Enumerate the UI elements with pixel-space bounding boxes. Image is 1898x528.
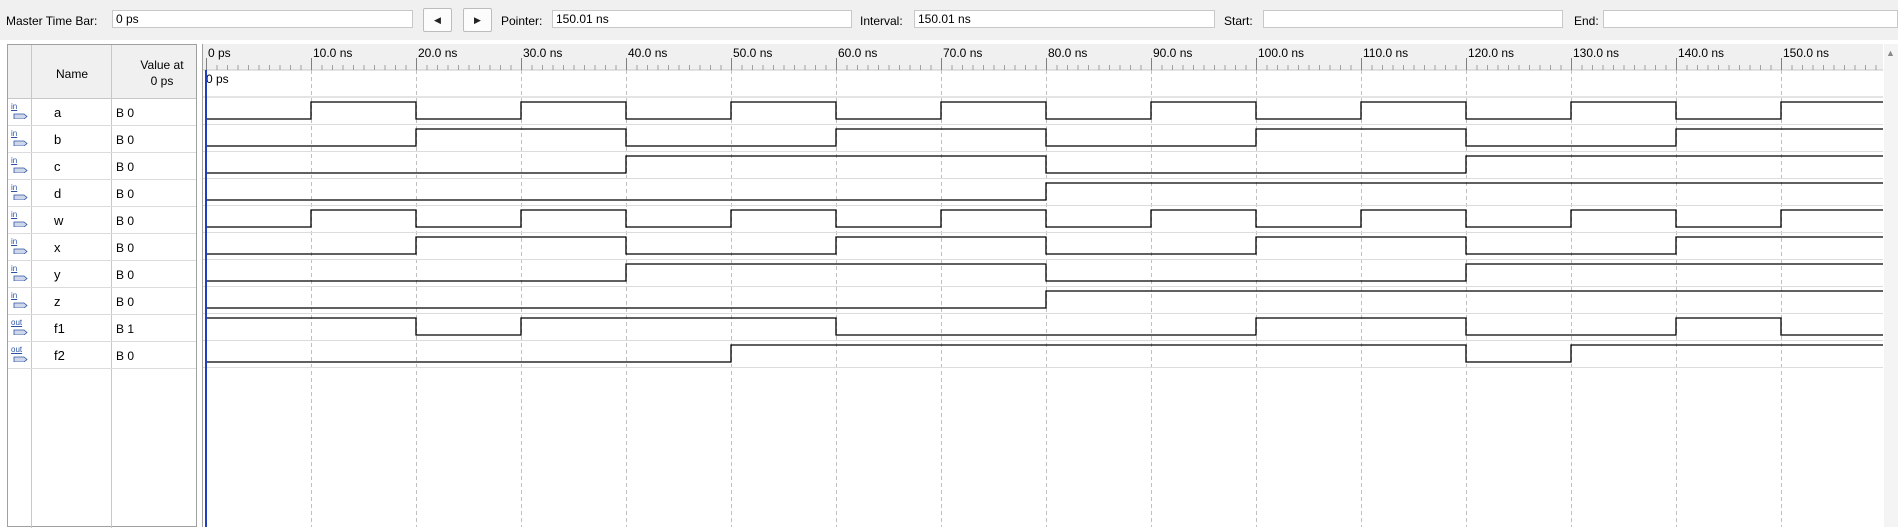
signal-name: a <box>54 105 62 120</box>
value-header-line2: 0 ps <box>150 74 174 88</box>
tick-label: 100.0 ns <box>1258 46 1304 60</box>
input-pin-icon: in <box>11 103 29 119</box>
start-field[interactable] <box>1263 10 1563 28</box>
input-pin-icon: in <box>11 292 29 308</box>
waveform-b <box>206 128 1883 147</box>
signal-name: c <box>54 159 61 174</box>
output-pin-icon: out <box>11 319 29 335</box>
signal-row-b[interactable]: in b B 0 <box>8 126 196 153</box>
value-column-header: Value at 0 ps <box>122 57 202 89</box>
input-pin-icon: in <box>11 211 29 227</box>
end-label: End: <box>1574 14 1599 28</box>
input-pin-icon: in <box>11 265 29 281</box>
signal-name: d <box>54 186 62 201</box>
signal-row-y[interactable]: in y B 0 <box>8 261 196 288</box>
tick-label: 150.0 ns <box>1783 46 1829 60</box>
name-column-header: Name <box>56 67 89 81</box>
tick-label: 90.0 ns <box>1153 46 1192 60</box>
next-transition-button[interactable]: ▶ <box>463 8 492 32</box>
tick-label: 60.0 ns <box>838 46 877 60</box>
signal-value: B 0 <box>116 214 135 228</box>
tick-label: 10.0 ns <box>313 46 352 60</box>
signal-name: x <box>54 240 61 255</box>
signal-value: B 0 <box>116 268 135 282</box>
signal-row-z[interactable]: in z B 0 <box>8 288 196 315</box>
waveform-d <box>206 182 1883 201</box>
signal-row-w[interactable]: in w B 0 <box>8 207 196 234</box>
input-pin-icon: in <box>11 184 29 200</box>
signal-row-f2[interactable]: out f2 B 0 <box>8 342 196 369</box>
cursor-time-label: 0 ps <box>206 72 229 86</box>
signal-value: B 1 <box>116 322 135 336</box>
tick-label: 110.0 ns <box>1363 46 1408 60</box>
input-pin-icon: in <box>11 157 29 173</box>
signal-value: B 0 <box>116 160 135 174</box>
waveform-panel[interactable]: 0 ps 10.0 ns 20.0 ns 30.0 ns 40.0 ns 50.0 ns 6… <box>202 44 1898 527</box>
waveform-a <box>206 101 1883 120</box>
tick-label: 70.0 ns <box>943 46 982 60</box>
start-label: Start: <box>1224 14 1253 28</box>
output-pin-icon: out <box>11 346 29 362</box>
waveform-canvas[interactable]: 0 ps 10.0 ns 20.0 ns 30.0 ns 40.0 ns 50.0 ns 6… <box>203 44 1883 527</box>
signal-value: B 0 <box>116 295 135 309</box>
signal-value: B 0 <box>116 106 135 120</box>
triangle-right-icon: ▶ <box>474 15 481 25</box>
value-header-line1: Value at <box>140 58 184 72</box>
triangle-left-icon: ◀ <box>434 15 441 25</box>
vertical-scrollbar[interactable]: ▲ <box>1884 44 1898 527</box>
signal-name: z <box>54 294 61 309</box>
signal-row-c[interactable]: in c B 0 <box>8 153 196 180</box>
pointer-label: Pointer: <box>501 14 543 28</box>
signal-value: B 0 <box>116 349 135 363</box>
waveform-f2 <box>206 344 1883 363</box>
signal-name: f1 <box>54 321 65 336</box>
waveform-c <box>206 155 1883 174</box>
end-field[interactable] <box>1603 10 1898 28</box>
waveform-f1 <box>206 317 1883 336</box>
signal-name: w <box>54 213 64 228</box>
waveform-x <box>206 236 1883 255</box>
signal-row-d[interactable]: in d B 0 <box>8 180 196 207</box>
waveform-z <box>206 290 1883 309</box>
master-time-bar-label: Master Time Bar: <box>6 14 98 28</box>
signal-name: y <box>54 267 61 282</box>
tick-label: 130.0 ns <box>1573 46 1619 60</box>
tick-label: 80.0 ns <box>1048 46 1087 60</box>
input-pin-icon: in <box>11 238 29 254</box>
master-time-bar-field[interactable]: 0 ps <box>112 10 413 28</box>
signal-value: B 0 <box>116 241 135 255</box>
signal-row-f1[interactable]: out f1 B 1 <box>8 315 196 342</box>
input-pin-icon: in <box>11 130 29 146</box>
tick-label: 140.0 ns <box>1678 46 1724 60</box>
signal-name: f2 <box>54 348 65 363</box>
previous-transition-button[interactable]: ◀ <box>423 8 452 32</box>
tick-label: 20.0 ns <box>418 46 457 60</box>
scroll-up-icon[interactable]: ▲ <box>1886 48 1895 58</box>
signal-row-x[interactable]: in x B 0 <box>8 234 196 261</box>
signal-name: b <box>54 132 62 147</box>
tick-label: 40.0 ns <box>628 46 667 60</box>
tick-label: 30.0 ns <box>523 46 562 60</box>
interval-field[interactable]: 150.01 ns <box>914 10 1215 28</box>
pointer-field[interactable]: 150.01 ns <box>552 10 852 28</box>
interval-label: Interval: <box>860 14 903 28</box>
signal-value: B 0 <box>116 187 135 201</box>
toolbar: Master Time Bar: 0 ps ◀ ▶ Pointer: 150.0… <box>0 0 1898 40</box>
waveform-w <box>206 209 1883 228</box>
tick-label: 50.0 ns <box>733 46 772 60</box>
waveform-y <box>206 263 1883 282</box>
tick-label: 0 ps <box>208 46 231 60</box>
tick-label: 120.0 ns <box>1468 46 1514 60</box>
signal-row-a[interactable]: in a B 0 <box>8 99 196 126</box>
signal-table-header: Name Value at 0 ps <box>8 45 196 99</box>
signal-value: B 0 <box>116 133 135 147</box>
signal-list-panel: Name Value at 0 ps in a B 0 in b B 0 in c B 0 in d… <box>7 44 197 528</box>
